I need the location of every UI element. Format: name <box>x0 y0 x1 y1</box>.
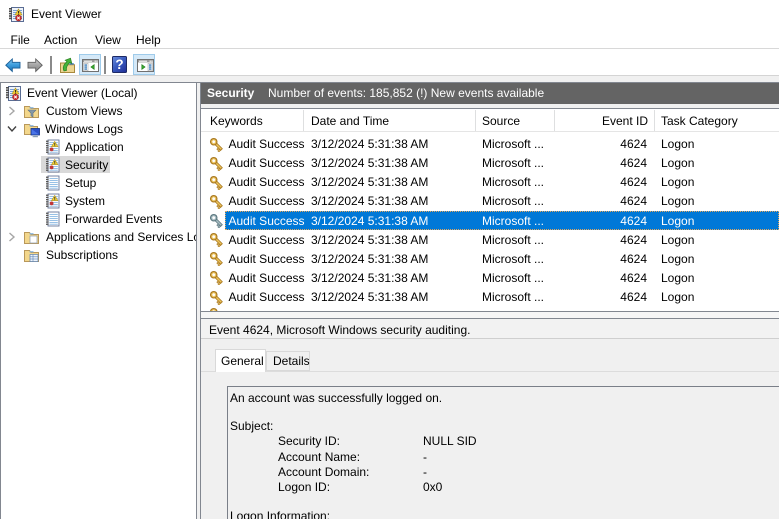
svg-text:?: ? <box>115 57 123 72</box>
